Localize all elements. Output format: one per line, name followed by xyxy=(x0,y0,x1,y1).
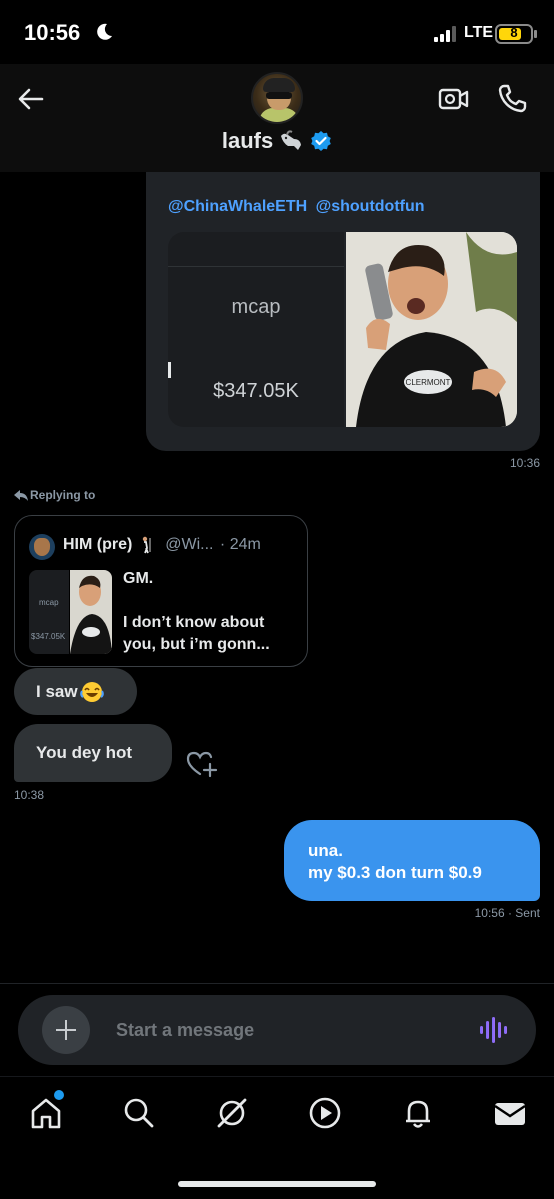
photo-image[interactable]: CLERMONT xyxy=(346,232,517,427)
verified-badge-icon xyxy=(311,131,331,151)
quote-header: HIM (pre) @Wi... · 24m xyxy=(63,536,261,554)
add-reaction-icon[interactable] xyxy=(184,748,218,780)
message-composer xyxy=(18,995,536,1065)
mcap-image[interactable]: mcap $347.05K xyxy=(168,232,344,427)
mention-link[interactable]: @ChinaWhaleETH xyxy=(168,198,307,215)
message-text: You dey hot xyxy=(36,743,133,762)
quote-author-name: HIM (pre) xyxy=(63,536,133,554)
video-icon[interactable] xyxy=(307,1095,343,1131)
search-icon[interactable] xyxy=(121,1095,157,1131)
contact-name: laufs xyxy=(221,128,274,153)
network-label: LTE xyxy=(464,24,494,41)
battery-icon: 8 xyxy=(495,24,533,44)
incoming-message[interactable]: I saw xyxy=(14,668,137,715)
mention-link[interactable]: @shoutdotfun xyxy=(316,198,425,215)
mcap-value: $347.05K xyxy=(213,380,299,402)
quote-line-1: GM. xyxy=(123,570,154,587)
battery-level: 8 xyxy=(510,25,518,40)
quote-line-2: I don’t know about you, but i’m gonn... xyxy=(123,614,270,653)
header-name-row: laufs xyxy=(0,128,554,154)
message-text-line-1: una. xyxy=(308,841,343,860)
replying-to-label: Replying to xyxy=(14,488,95,502)
quote-thumb-value: $347.05K xyxy=(31,632,66,641)
notifications-icon[interactable] xyxy=(400,1095,436,1131)
quote-thumbnail-mcap: mcap $347.05K xyxy=(29,570,69,654)
message-input[interactable] xyxy=(116,1013,456,1047)
conversation-header: laufs xyxy=(0,64,554,172)
incoming-message[interactable]: You dey hot xyxy=(14,724,172,782)
quote-thumb-label: mcap xyxy=(39,598,59,607)
back-arrow-icon[interactable] xyxy=(16,84,46,114)
message-timestamp: 10:38 xyxy=(14,788,45,802)
quote-author-handle: @Wi... xyxy=(165,536,214,554)
status-bar: 10:56 LTE 8 xyxy=(0,0,554,64)
phone-call-icon[interactable] xyxy=(496,82,528,114)
video-call-icon[interactable] xyxy=(437,84,469,114)
outgoing-message[interactable]: una. my $0.3 don turn $0.9 xyxy=(284,820,540,901)
svg-text:CLERMONT: CLERMONT xyxy=(406,378,451,387)
add-media-button[interactable] xyxy=(42,1006,90,1054)
replying-to-text: Replying to xyxy=(30,488,96,502)
grok-icon[interactable] xyxy=(214,1095,250,1131)
message-sent-status: 10:56 · Sent xyxy=(474,906,540,920)
laughing-emoji-icon xyxy=(79,681,104,702)
voice-message-icon[interactable] xyxy=(478,1015,508,1045)
signal-icon xyxy=(434,26,456,42)
message-text: I saw xyxy=(36,681,78,701)
message-timestamp: 10:36 xyxy=(509,456,540,470)
quote-age: · 24m xyxy=(219,536,261,554)
mcap-label: mcap xyxy=(231,296,281,318)
home-notification-dot xyxy=(54,1090,64,1100)
goat-emoji-icon xyxy=(280,130,301,150)
status-time: 10:56 xyxy=(24,20,81,45)
reply-arrow-icon xyxy=(14,489,28,501)
golfer-emoji-icon xyxy=(142,536,151,554)
bottom-navigation xyxy=(0,1076,554,1199)
home-indicator xyxy=(178,1181,376,1187)
quoted-message[interactable]: HIM (pre) @Wi... · 24m mcap $347.05K GM.… xyxy=(14,515,308,667)
messages-icon[interactable] xyxy=(492,1095,528,1131)
battery-tip xyxy=(534,30,537,38)
message-text-line-2: my $0.3 don turn $0.9 xyxy=(308,863,482,882)
composer-divider xyxy=(0,983,554,984)
avatar[interactable] xyxy=(251,72,303,124)
moon-icon xyxy=(97,23,112,40)
card-mentions: @ChinaWhaleETH @shoutdotfun xyxy=(168,198,429,216)
quote-text: GM. I don’t know about you, but i’m gonn… xyxy=(123,568,301,656)
quote-thumbnail-photo xyxy=(70,570,112,654)
photo-illustration: CLERMONT xyxy=(346,232,517,427)
home-icon[interactable] xyxy=(28,1095,64,1131)
quote-avatar xyxy=(29,534,55,560)
shared-post-card[interactable]: @ChinaWhaleETH @shoutdotfun mcap $347.05… xyxy=(146,172,540,451)
